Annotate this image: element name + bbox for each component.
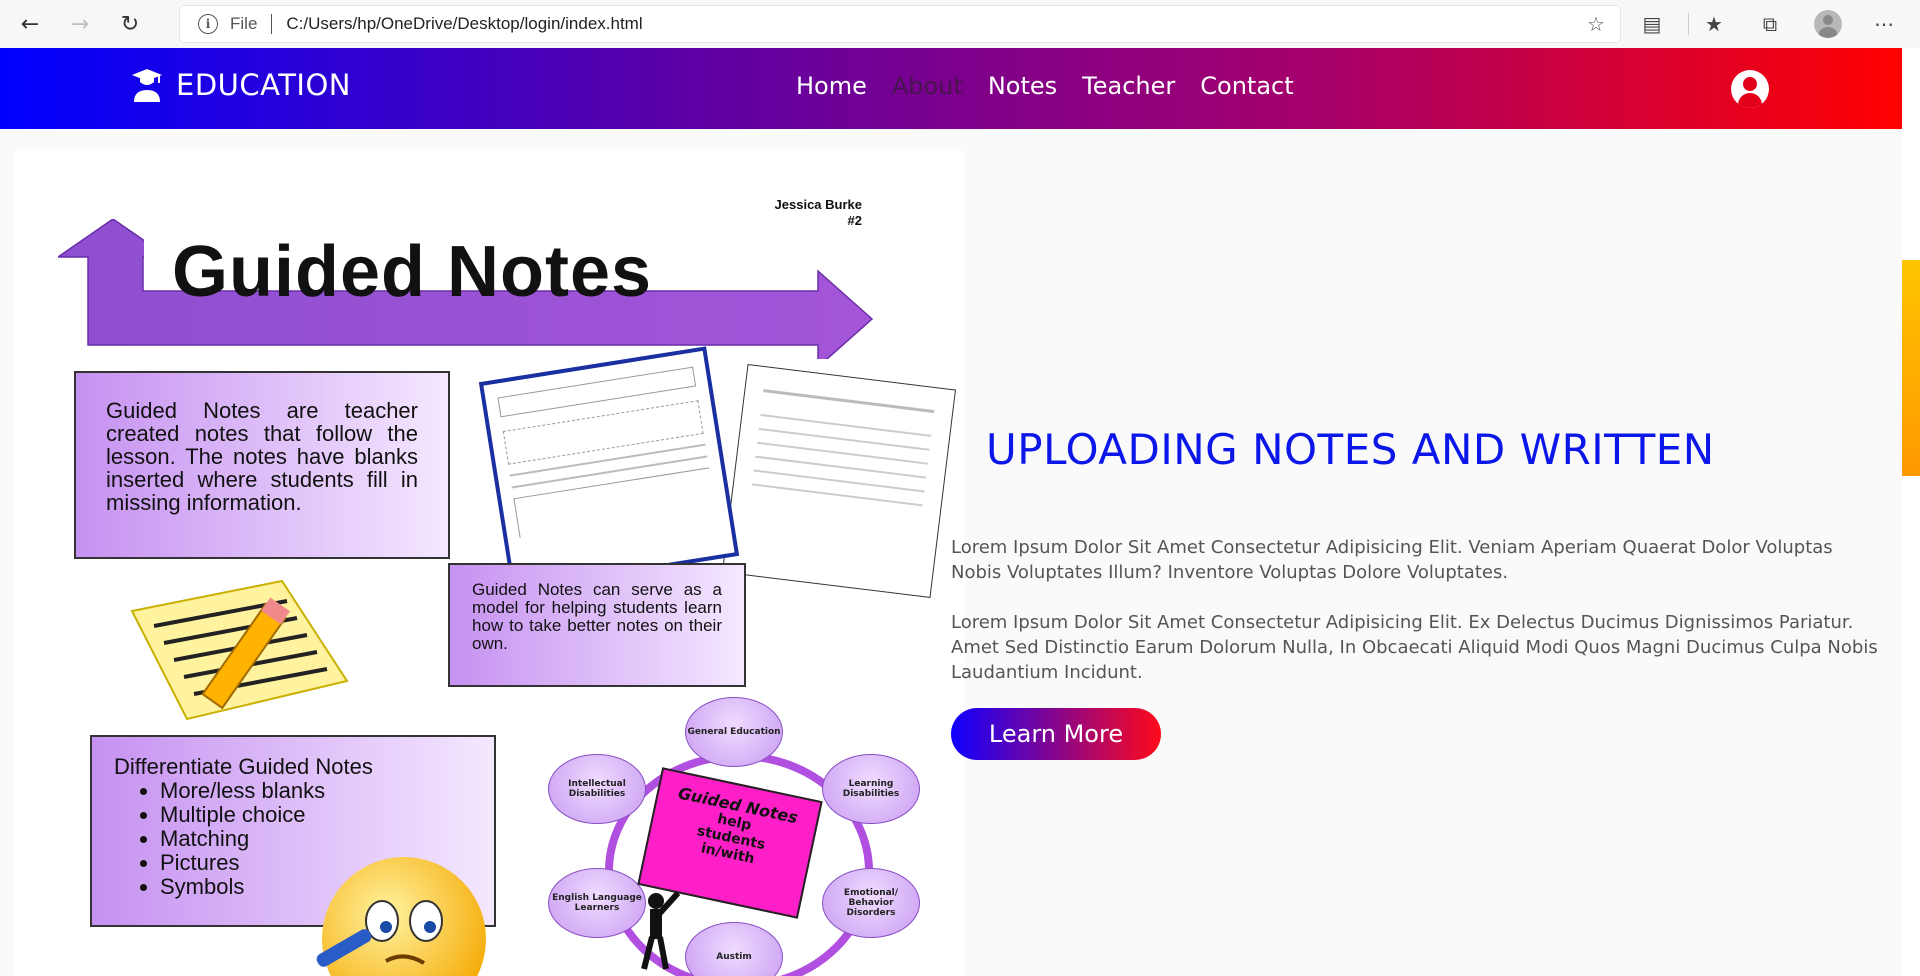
section-paragraph-1: Lorem Ipsum Dolor Sit Amet Consectetur A… (951, 537, 1833, 583)
favorites-icon[interactable]: ★ (1698, 8, 1730, 40)
poster-worksheet-front (478, 346, 740, 592)
collections-icon[interactable]: ⧉ (1754, 8, 1786, 40)
nav-link-about[interactable]: About (892, 72, 963, 100)
poster-differentiate-title: Differentiate Guided Notes (114, 754, 373, 779)
nav-link-contact[interactable]: Contact (1200, 72, 1293, 100)
page-scrollbar-track[interactable] (1902, 48, 1920, 976)
address-url[interactable]: C:/Users/hp/OneDrive/Desktop/login/index… (286, 14, 642, 34)
learn-more-button[interactable]: Learn More (951, 708, 1161, 760)
toolbar-divider (1688, 13, 1689, 35)
forward-icon[interactable]: → (60, 4, 100, 44)
poster-model-text: Guided Notes can serve as a model for he… (472, 580, 722, 653)
notepad-pencil-icon (130, 579, 349, 721)
site-navbar: EDUCATION Home About Notes Teacher Conta… (0, 48, 1902, 129)
graduate-icon (132, 68, 162, 102)
brand-name: EDUCATION (176, 68, 352, 102)
address-separator (271, 14, 273, 34)
poster-definition-box: Guided Notes are teacher created notes t… (74, 371, 450, 559)
address-scheme: File (230, 14, 258, 33)
thinking-emoji-icon (316, 857, 486, 976)
poster-list-item: More/less blanks (160, 779, 472, 803)
poster-list-item: Multiple choice (160, 803, 472, 827)
poster-author: Jessica Burke (774, 197, 862, 212)
browser-profile-avatar[interactable] (1814, 10, 1842, 38)
bubble-learning-disabilities: Learning Disabilities (822, 754, 920, 824)
reading-view-icon[interactable]: ▤ (1636, 8, 1668, 40)
nav-link-notes[interactable]: Notes (988, 72, 1057, 100)
page-scrollbar-thumb[interactable] (1902, 260, 1920, 476)
nav-links: Home About Notes Teacher Contact (796, 72, 1319, 100)
stick-figure-icon (641, 891, 681, 970)
section-paragraph-2: Lorem Ipsum Dolor Sit Amet Consectetur A… (951, 612, 1878, 683)
about-section: Jessica Burke #2 Guided Notes Guided Not… (0, 129, 1902, 976)
bubble-english-learners: English Language Learners (548, 868, 646, 938)
poster-worksheet-back (721, 363, 957, 599)
reload-icon[interactable]: ↻ (110, 4, 150, 44)
bubble-emotional-behavior: Emotional/ Behavior Disorders (822, 868, 920, 938)
bubble-intellectual-disabilities: Intellectual Disabilities (548, 754, 646, 824)
user-account-icon[interactable] (1731, 70, 1769, 108)
nav-link-teacher[interactable]: Teacher (1082, 72, 1175, 100)
nav-link-home[interactable]: Home (796, 72, 867, 100)
guided-notes-poster: Jessica Burke #2 Guided Notes Guided Not… (14, 151, 964, 976)
address-bar[interactable]: i File C:/Users/hp/OneDrive/Desktop/logi… (180, 6, 1620, 42)
poster-model-box: Guided Notes can serve as a model for he… (448, 563, 746, 687)
info-icon[interactable]: i (198, 14, 218, 34)
add-favorite-icon[interactable]: ☆ (1584, 12, 1608, 36)
more-menu-icon[interactable]: ⋯ (1868, 8, 1900, 40)
brand[interactable]: EDUCATION (132, 68, 351, 102)
poster-list-item: Matching (160, 827, 472, 851)
section-heading: UPLOADING NOTES AND WRITTEN (986, 425, 1715, 474)
back-icon[interactable]: ← (10, 4, 50, 44)
poster-definition-text: Guided Notes are teacher created notes t… (106, 398, 418, 515)
bubble-general-education: General Education (685, 697, 783, 767)
poster-title: Guided Notes (172, 232, 653, 312)
